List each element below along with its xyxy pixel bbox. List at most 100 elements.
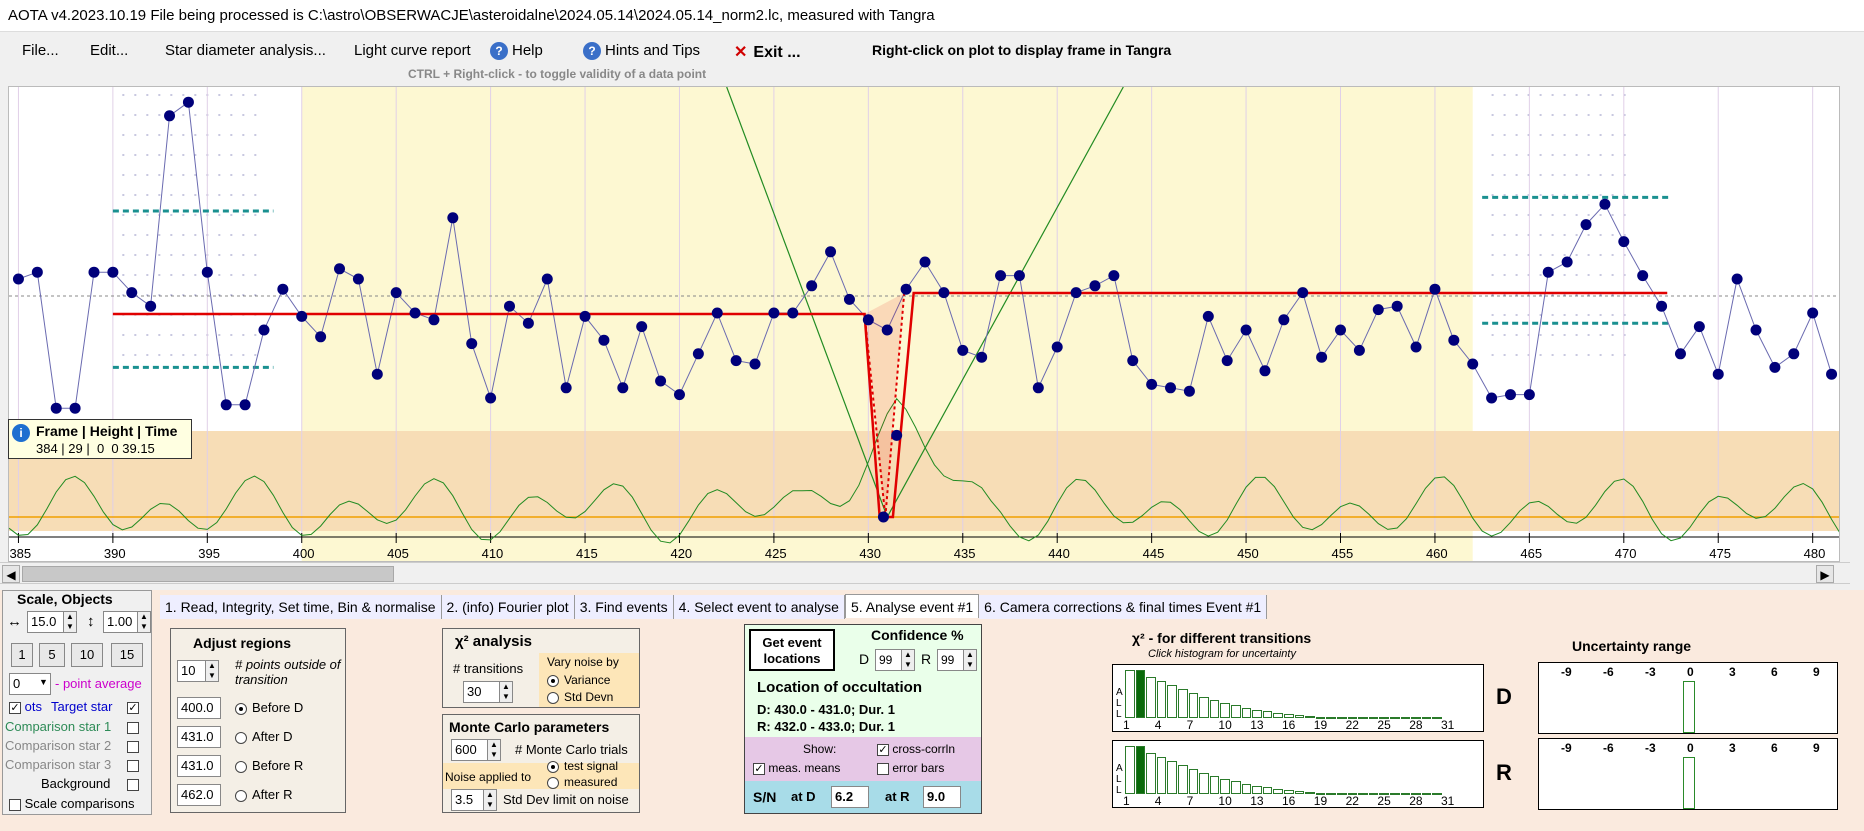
histogram-bar[interactable] (1421, 793, 1432, 795)
histogram-bar[interactable] (1125, 670, 1135, 718)
menu-light-curve-report[interactable]: Light curve report (354, 42, 471, 59)
std-dev-limit-input[interactable]: 3.5 (451, 789, 485, 811)
histogram-bar[interactable] (1135, 746, 1146, 794)
after-r-radio[interactable]: After R (235, 787, 292, 802)
menu-hints[interactable]: ? Hints and Tips (583, 42, 700, 60)
after-d-input[interactable]: 431.0 (177, 726, 221, 748)
histogram-bar[interactable] (1220, 702, 1230, 718)
h-scale-input[interactable]: 15.0 (27, 611, 67, 633)
variance-radio[interactable]: Variance (547, 673, 610, 687)
histogram-bar[interactable] (1252, 785, 1262, 794)
histogram-bar[interactable] (1262, 787, 1273, 794)
histogram-bar[interactable] (1146, 676, 1156, 718)
histogram-bar[interactable] (1231, 781, 1241, 794)
before-d-radio[interactable]: Before D (235, 700, 303, 715)
tab-6[interactable]: 6. Camera corrections & final times Even… (979, 595, 1268, 619)
chevron-down-icon[interactable]: ▼ (39, 677, 48, 687)
histogram-bar[interactable] (1358, 717, 1368, 719)
confidence-r-input[interactable]: 99 (937, 649, 965, 671)
scroll-thumb[interactable] (22, 566, 394, 582)
histogram-bar[interactable] (1231, 705, 1241, 718)
histogram-bar[interactable] (1252, 709, 1262, 718)
scale-button-10[interactable]: 10 (71, 643, 103, 667)
error-bars-checkbox[interactable]: error bars (877, 761, 944, 775)
histogram-bar[interactable] (1390, 793, 1400, 795)
points-outside-input[interactable]: 10 (177, 660, 207, 682)
histogram-bar[interactable] (1156, 757, 1167, 794)
menu-help[interactable]: ? Help (490, 42, 543, 60)
tab-3[interactable]: 3. Find events (574, 595, 674, 619)
tab-2[interactable]: 2. (info) Fourier plot (441, 595, 575, 619)
menu-exit[interactable]: ✕ Exit ... (734, 42, 801, 62)
histogram-bar[interactable] (1326, 793, 1336, 795)
target-star-checkbox[interactable]: ✓ (127, 699, 139, 714)
histogram-bar[interactable] (1390, 717, 1400, 719)
menu-file[interactable]: File... (22, 42, 59, 59)
comparison-star-2-checkbox[interactable] (127, 738, 139, 753)
histogram-bar[interactable] (1199, 772, 1209, 794)
tab-4[interactable]: 4. Select event to analyse (673, 595, 845, 619)
cross-correlation-checkbox[interactable]: ✓ cross-corrln (877, 742, 955, 756)
confidence-r-spinner[interactable]: ▲ ▼ (963, 649, 977, 671)
get-event-locations-button[interactable]: Get event locations (749, 629, 835, 671)
histogram-bar[interactable] (1178, 689, 1188, 718)
histogram-d[interactable]: A L L 1 4 7 10 13 16 19 22 25 28 31 (1112, 664, 1484, 732)
histogram-bar[interactable] (1188, 693, 1199, 718)
histogram-bar[interactable] (1146, 752, 1156, 794)
histogram-bar[interactable] (1125, 746, 1135, 794)
histogram-bar[interactable] (1209, 775, 1220, 794)
measured-radio[interactable]: measured (547, 775, 617, 789)
confidence-d-spinner[interactable]: ▲ ▼ (901, 649, 915, 671)
histogram-bar[interactable] (1199, 696, 1209, 718)
before-r-input[interactable]: 431.0 (177, 755, 221, 777)
test-signal-radio[interactable]: test signal (547, 759, 618, 773)
transitions-spinner[interactable]: ▲ ▼ (499, 681, 513, 703)
before-r-radio[interactable]: Before R (235, 758, 303, 773)
std-dev-limit-spinner[interactable]: ▲ ▼ (483, 789, 497, 811)
histogram-bar[interactable] (1156, 681, 1167, 718)
histogram-bar[interactable] (1241, 783, 1252, 794)
light-curve-plot[interactable]: 385 390 395 400 405 410 415 420 425 430 435 440 445 4… (8, 86, 1840, 562)
tab-1[interactable]: 1. Read, Integrity, Set time, Bin & norm… (160, 595, 442, 619)
menu-edit[interactable]: Edit... (90, 42, 128, 59)
confidence-d-input[interactable]: 99 (875, 649, 903, 671)
scroll-left-icon[interactable]: ◀ (2, 565, 20, 583)
histogram-bar[interactable] (1326, 717, 1336, 719)
light-curve-svg[interactable]: 385 390 395 400 405 410 415 420 425 430 435 440 445 4… (9, 87, 1840, 562)
transitions-input[interactable]: 30 (463, 681, 501, 703)
scroll-right-icon[interactable]: ▶ (1816, 565, 1834, 583)
histogram-bar[interactable] (1358, 793, 1368, 795)
background-checkbox[interactable] (127, 776, 139, 791)
scale-button-15[interactable]: 15 (111, 643, 143, 667)
histogram-bar[interactable] (1188, 769, 1199, 794)
histogram-bar[interactable] (1220, 778, 1230, 794)
histogram-bar[interactable] (1294, 791, 1305, 794)
std-devn-radio[interactable]: Std Devn (547, 690, 613, 704)
monte-carlo-trials-input[interactable]: 600 (451, 739, 489, 761)
histogram-bar[interactable] (1178, 765, 1188, 794)
meas-means-checkbox[interactable]: ✓ meas. means (753, 761, 840, 775)
menu-star-diameter[interactable]: Star diameter analysis... (165, 42, 326, 59)
plot-scrollbar[interactable]: ◀ ▶ (0, 562, 1850, 584)
scale-button-1[interactable]: 1 (11, 643, 33, 667)
histogram-bar[interactable] (1209, 699, 1220, 718)
histogram-bar[interactable] (1241, 707, 1252, 718)
uncertainty-range-r[interactable]: -9 -6 -3 0 3 6 9 (1538, 738, 1838, 810)
after-r-input[interactable]: 462.0 (177, 784, 221, 806)
uncertainty-range-d[interactable]: -9 -6 -3 0 3 6 9 (1538, 662, 1838, 734)
histogram-bar[interactable] (1294, 715, 1305, 718)
v-scale-spinner[interactable]: ▲ ▼ (137, 611, 151, 633)
points-outside-spinner[interactable]: ▲ ▼ (205, 660, 219, 682)
comparison-star-1-checkbox[interactable] (127, 719, 139, 734)
monte-carlo-trials-spinner[interactable]: ▲ ▼ (487, 739, 501, 761)
dots-checkbox[interactable]: ✓ ots (9, 699, 42, 714)
histogram-bar[interactable] (1262, 711, 1273, 718)
tab-5[interactable]: 5. Analyse event #1 (844, 594, 980, 618)
comparison-star-3-checkbox[interactable] (127, 757, 139, 772)
histogram-bar[interactable] (1135, 670, 1146, 718)
after-d-radio[interactable]: After D (235, 729, 292, 744)
histogram-bar[interactable] (1167, 761, 1177, 794)
h-scale-spinner[interactable]: ▲ ▼ (63, 611, 77, 633)
histogram-bar[interactable] (1421, 717, 1432, 719)
scale-comparisons-checkbox[interactable]: Scale comparisons (9, 796, 134, 811)
